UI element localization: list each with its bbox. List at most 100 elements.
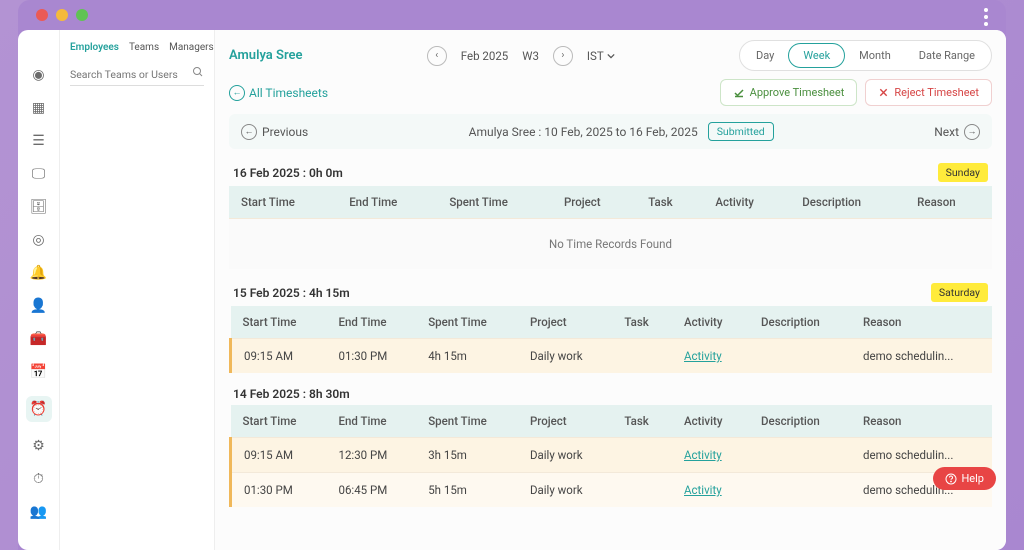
stack-icon[interactable]: ☰ <box>30 132 48 150</box>
column-header: Task <box>612 405 672 438</box>
day-section: 16 Feb 2025 : 0h 0m Sunday Start TimeEnd T… <box>229 159 992 269</box>
view-month[interactable]: Month <box>845 44 905 67</box>
day-title: 16 Feb 2025 : 0h 0m <box>233 166 343 180</box>
day-title: 15 Feb 2025 : 4h 15m <box>233 286 350 300</box>
cell-task <box>612 339 672 374</box>
activity-link[interactable]: Activity <box>684 349 722 363</box>
sidebar-tab-managers[interactable]: Managers <box>169 42 214 53</box>
briefcase-icon[interactable]: 🗄 <box>30 198 48 216</box>
column-header: End Time <box>327 405 417 438</box>
column-header: Task <box>612 306 672 339</box>
column-header: Project <box>518 405 612 438</box>
cell-end: 12:30 PM <box>327 438 417 473</box>
back-arrow-icon: ← <box>229 85 245 101</box>
cell-start: 01:30 PM <box>231 473 327 508</box>
column-header: Start Time <box>229 186 337 219</box>
view-day[interactable]: Day <box>742 44 788 67</box>
cell-end: 01:30 PM <box>327 339 417 374</box>
cell-reason: demo schedulin... <box>851 339 992 374</box>
no-records-message: No Time Records Found <box>229 219 992 270</box>
target-icon[interactable]: ◎ <box>30 231 48 249</box>
cell-desc <box>749 438 851 473</box>
column-header: Activity <box>672 306 749 339</box>
calendar-icon[interactable]: 📅 <box>30 363 48 381</box>
employee-name: Amulya Sree <box>229 48 303 63</box>
titlebar <box>18 0 1006 30</box>
toolbox-icon[interactable]: 🧰 <box>30 330 48 348</box>
help-button[interactable]: Help <box>933 467 996 490</box>
column-header: Project <box>518 306 612 339</box>
date-range-text: Amulya Sree : 10 Feb, 2025 to 16 Feb, 20… <box>469 125 698 139</box>
column-header: Spent Time <box>437 186 552 219</box>
chevron-right-icon: → <box>964 124 980 140</box>
user-icon[interactable]: 👤 <box>30 297 48 315</box>
column-header: Activity <box>672 405 749 438</box>
bell-icon[interactable]: 🔔 <box>30 264 48 282</box>
cell-task <box>612 473 672 508</box>
day-title: 14 Feb 2025 : 8h 30m <box>233 387 350 401</box>
cell-spent: 4h 15m <box>416 339 518 374</box>
period-label: Feb 2025 <box>461 49 509 63</box>
table-row: 01:30 PM06:45 PM5h 15mDaily workActivity… <box>231 473 993 508</box>
cell-project: Daily work <box>518 438 612 473</box>
approve-timesheet-button[interactable]: Approve Timesheet <box>720 79 858 106</box>
search-icon[interactable] <box>192 66 204 78</box>
clock-icon[interactable]: ⏰ <box>26 396 52 422</box>
kebab-menu-icon[interactable] <box>984 8 988 26</box>
cell-spent: 3h 15m <box>416 438 518 473</box>
back-all-timesheets[interactable]: ← All Timesheets <box>229 85 328 101</box>
cell-end: 06:45 PM <box>327 473 417 508</box>
next-week-button[interactable]: Next → <box>934 124 980 140</box>
sidebar-tabs: EmployeesTeamsManagers <box>70 42 204 53</box>
reject-timesheet-button[interactable]: Reject Timesheet <box>865 79 992 106</box>
column-header: End Time <box>337 186 437 219</box>
cell-start: 09:15 AM <box>231 438 327 473</box>
column-header: Description <box>749 306 851 339</box>
cell-start: 09:15 AM <box>231 339 327 374</box>
dashboard-icon[interactable]: ◉ <box>30 66 48 84</box>
timezone-selector[interactable]: IST <box>587 49 615 63</box>
next-period-button[interactable]: › <box>553 46 573 66</box>
view-date-range[interactable]: Date Range <box>905 44 989 67</box>
grid-icon[interactable]: ▦ <box>30 99 48 117</box>
people-icon[interactable]: 👥 <box>30 503 48 521</box>
table-row: 09:15 AM01:30 PM4h 15mDaily work Activity… <box>231 339 993 374</box>
column-header: Task <box>636 186 703 219</box>
activity-link[interactable]: Activity <box>684 483 722 497</box>
prev-week-button[interactable]: ← Previous <box>241 124 308 140</box>
sidebar-tab-teams[interactable]: Teams <box>129 42 159 53</box>
column-header: Description <box>790 186 905 219</box>
maximize-window-icon[interactable] <box>76 9 88 21</box>
view-week[interactable]: Week <box>788 43 845 68</box>
search-input[interactable] <box>70 64 204 86</box>
main-content: Amulya Sree ‹ Feb 2025 W3 › IST DayWeekM… <box>215 30 1006 550</box>
monitor-icon[interactable]: 🖵 <box>30 165 48 183</box>
cell-spent: 5h 15m <box>416 473 518 508</box>
close-window-icon[interactable] <box>36 9 48 21</box>
cell-project: Daily work <box>518 339 612 374</box>
column-header: Description <box>749 405 851 438</box>
view-switch: DayWeekMonthDate Range <box>739 40 992 71</box>
gauge-icon[interactable]: ⚙ <box>30 437 48 455</box>
icon-rail: ◉ ▦ ☰ 🖵 🗄 ◎ 🔔 👤 🧰 📅 ⏰ ⚙ ⏱ 👥 <box>18 30 60 550</box>
column-header: Start Time <box>231 306 327 339</box>
sidebar-tab-employees[interactable]: Employees <box>70 42 119 53</box>
column-header: Project <box>552 186 636 219</box>
prev-period-button[interactable]: ‹ <box>427 46 447 66</box>
day-badge: Sunday <box>938 163 988 182</box>
column-header: Reason <box>851 405 992 438</box>
column-header: Activity <box>703 186 790 219</box>
column-header: End Time <box>327 306 417 339</box>
cell-task <box>612 438 672 473</box>
week-label: W3 <box>522 49 539 63</box>
day-badge: Saturday <box>931 283 988 302</box>
activity-link[interactable]: Activity <box>684 448 722 462</box>
table-row: 09:15 AM12:30 PM3h 15mDaily work Activity… <box>231 438 993 473</box>
stopwatch-icon[interactable]: ⏱ <box>30 470 48 488</box>
column-header: Reason <box>851 306 992 339</box>
cell-desc <box>749 339 851 374</box>
day-section: 14 Feb 2025 : 8h 30mStart TimeEnd TimeSp… <box>229 383 992 507</box>
day-section: 15 Feb 2025 : 4h 15m Saturday Start TimeEn… <box>229 279 992 373</box>
minimize-window-icon[interactable] <box>56 9 68 21</box>
chevron-left-icon: ← <box>241 124 257 140</box>
